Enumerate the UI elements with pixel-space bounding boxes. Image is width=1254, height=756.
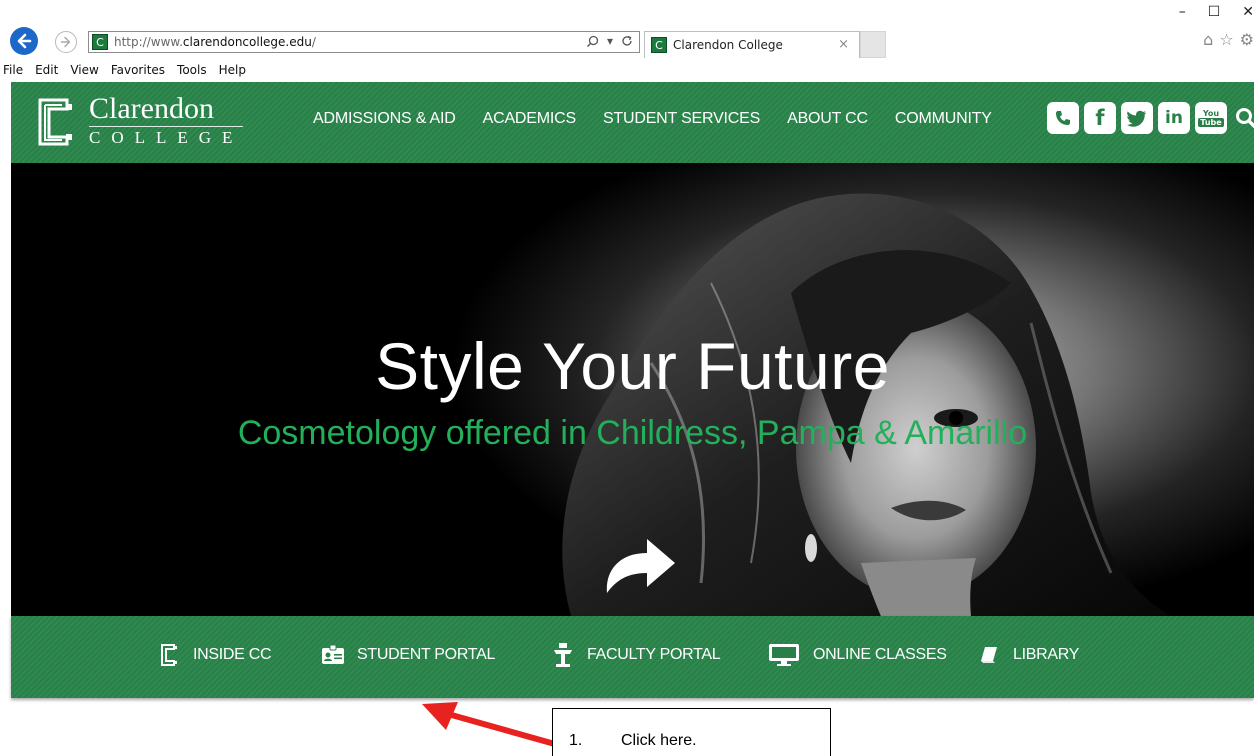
facebook-icon[interactable]: f [1084, 102, 1116, 134]
monitor-icon [767, 643, 801, 667]
menu-file[interactable]: File [3, 63, 23, 81]
main-nav: ADMISSIONS & AID ACADEMICS STUDENT SERVI… [313, 110, 1019, 128]
home-icon[interactable]: ⌂ [1203, 30, 1213, 49]
menu-favorites[interactable]: Favorites [111, 63, 165, 81]
instruction-callout: 1. Click here. [552, 708, 831, 756]
tab-clarendon-college[interactable]: C Clarendon College × [644, 31, 860, 58]
new-tab-button[interactable] [860, 31, 886, 58]
college-c-logo-icon [38, 98, 72, 146]
nav-community[interactable]: COMMUNITY [895, 110, 1019, 128]
search-icon[interactable] [586, 35, 599, 48]
refresh-icon[interactable] [621, 35, 633, 47]
quick-link-student-portal[interactable]: STUDENT PORTAL [321, 643, 495, 667]
quick-link-label: INSIDE CC [193, 646, 272, 663]
callout-text: Click here. [621, 732, 697, 749]
quick-links-bar: INSIDE CC STUDENT PORTAL FACULTY PORTAL [11, 616, 1254, 698]
menu-bar: File Edit View Favorites Tools Help [0, 63, 246, 81]
callout-number: 1. [569, 732, 583, 749]
site-header: Clarendon COLLEGE ADMISSIONS & AID ACADE… [11, 82, 1254, 163]
back-arrow-icon [17, 33, 32, 49]
window-controls: – ☐ ✕ [1179, 4, 1254, 20]
quick-link-label: ONLINE CLASSES [813, 646, 947, 663]
forward-arrow-icon [60, 36, 71, 48]
tab-title: Clarendon College [673, 38, 783, 52]
hero-subtitle: Cosmetology offered in Childress, Pampa … [237, 414, 1028, 452]
curved-arrow-icon[interactable] [599, 531, 679, 597]
clarendon-logo[interactable]: Clarendon COLLEGE [31, 92, 261, 154]
menu-tools[interactable]: Tools [177, 63, 207, 81]
book-icon [977, 643, 1001, 667]
menu-edit[interactable]: Edit [35, 63, 58, 81]
nav-student-services[interactable]: STUDENT SERVICES [603, 110, 787, 128]
site-search-icon[interactable] [1232, 102, 1254, 134]
lectern-icon [551, 643, 575, 667]
url-suffix: / [311, 35, 316, 49]
tab-close-icon[interactable]: × [838, 37, 849, 52]
nav-admissions-aid[interactable]: ADMISSIONS & AID [313, 110, 483, 128]
address-tools: ▾ [586, 34, 633, 48]
quick-link-label: LIBRARY [1013, 646, 1080, 663]
quick-link-faculty-portal[interactable]: FACULTY PORTAL [551, 643, 721, 667]
address-bar[interactable]: C http://www. clarendoncollege.edu / ▾ [88, 31, 640, 53]
youtube-icon[interactable]: You Tube [1195, 102, 1227, 134]
logo-name: Clarendon [89, 92, 214, 125]
hero-title: Style Your Future [375, 329, 890, 403]
star-icon[interactable]: ☆ [1219, 30, 1233, 49]
social-links: f in You Tube [1047, 102, 1254, 134]
quick-link-library[interactable]: LIBRARY [977, 643, 1079, 667]
gear-icon[interactable]: ⚙ [1240, 30, 1254, 49]
quick-link-label: STUDENT PORTAL [357, 646, 496, 663]
logo-subtitle: COLLEGE [89, 126, 244, 147]
college-c-icon [157, 643, 181, 667]
browser-chrome: C http://www. clarendoncollege.edu / ▾ C C… [0, 0, 1254, 82]
toolbar-icons: ⌂ ☆ ⚙ [1203, 30, 1254, 49]
hero-banner[interactable]: Style Your Future Cosmetology offered in… [11, 163, 1254, 616]
twitter-icon[interactable] [1121, 102, 1153, 134]
nav-about-cc[interactable]: ABOUT CC [787, 110, 895, 128]
site-favicon-icon: C [92, 34, 108, 50]
id-card-icon [321, 643, 345, 667]
dropdown-icon[interactable]: ▾ [607, 34, 613, 48]
nav-academics[interactable]: ACADEMICS [483, 110, 603, 128]
maximize-button[interactable]: ☐ [1208, 4, 1221, 20]
quick-link-online-classes[interactable]: ONLINE CLASSES [767, 643, 947, 667]
phone-icon[interactable] [1047, 102, 1079, 134]
menu-help[interactable]: Help [219, 63, 246, 81]
linkedin-icon[interactable]: in [1158, 102, 1190, 134]
url-domain: clarendoncollege.edu [182, 35, 312, 49]
quick-link-label: FACULTY PORTAL [587, 646, 721, 663]
tab-favicon-icon: C [651, 37, 667, 53]
forward-button[interactable] [55, 31, 77, 53]
back-button[interactable] [10, 27, 38, 55]
menu-view[interactable]: View [70, 63, 98, 81]
minimize-button[interactable]: – [1179, 4, 1186, 20]
url-prefix: http://www. [114, 35, 183, 49]
close-window-button[interactable]: ✕ [1242, 4, 1254, 20]
quick-link-inside-cc[interactable]: INSIDE CC [157, 643, 272, 667]
